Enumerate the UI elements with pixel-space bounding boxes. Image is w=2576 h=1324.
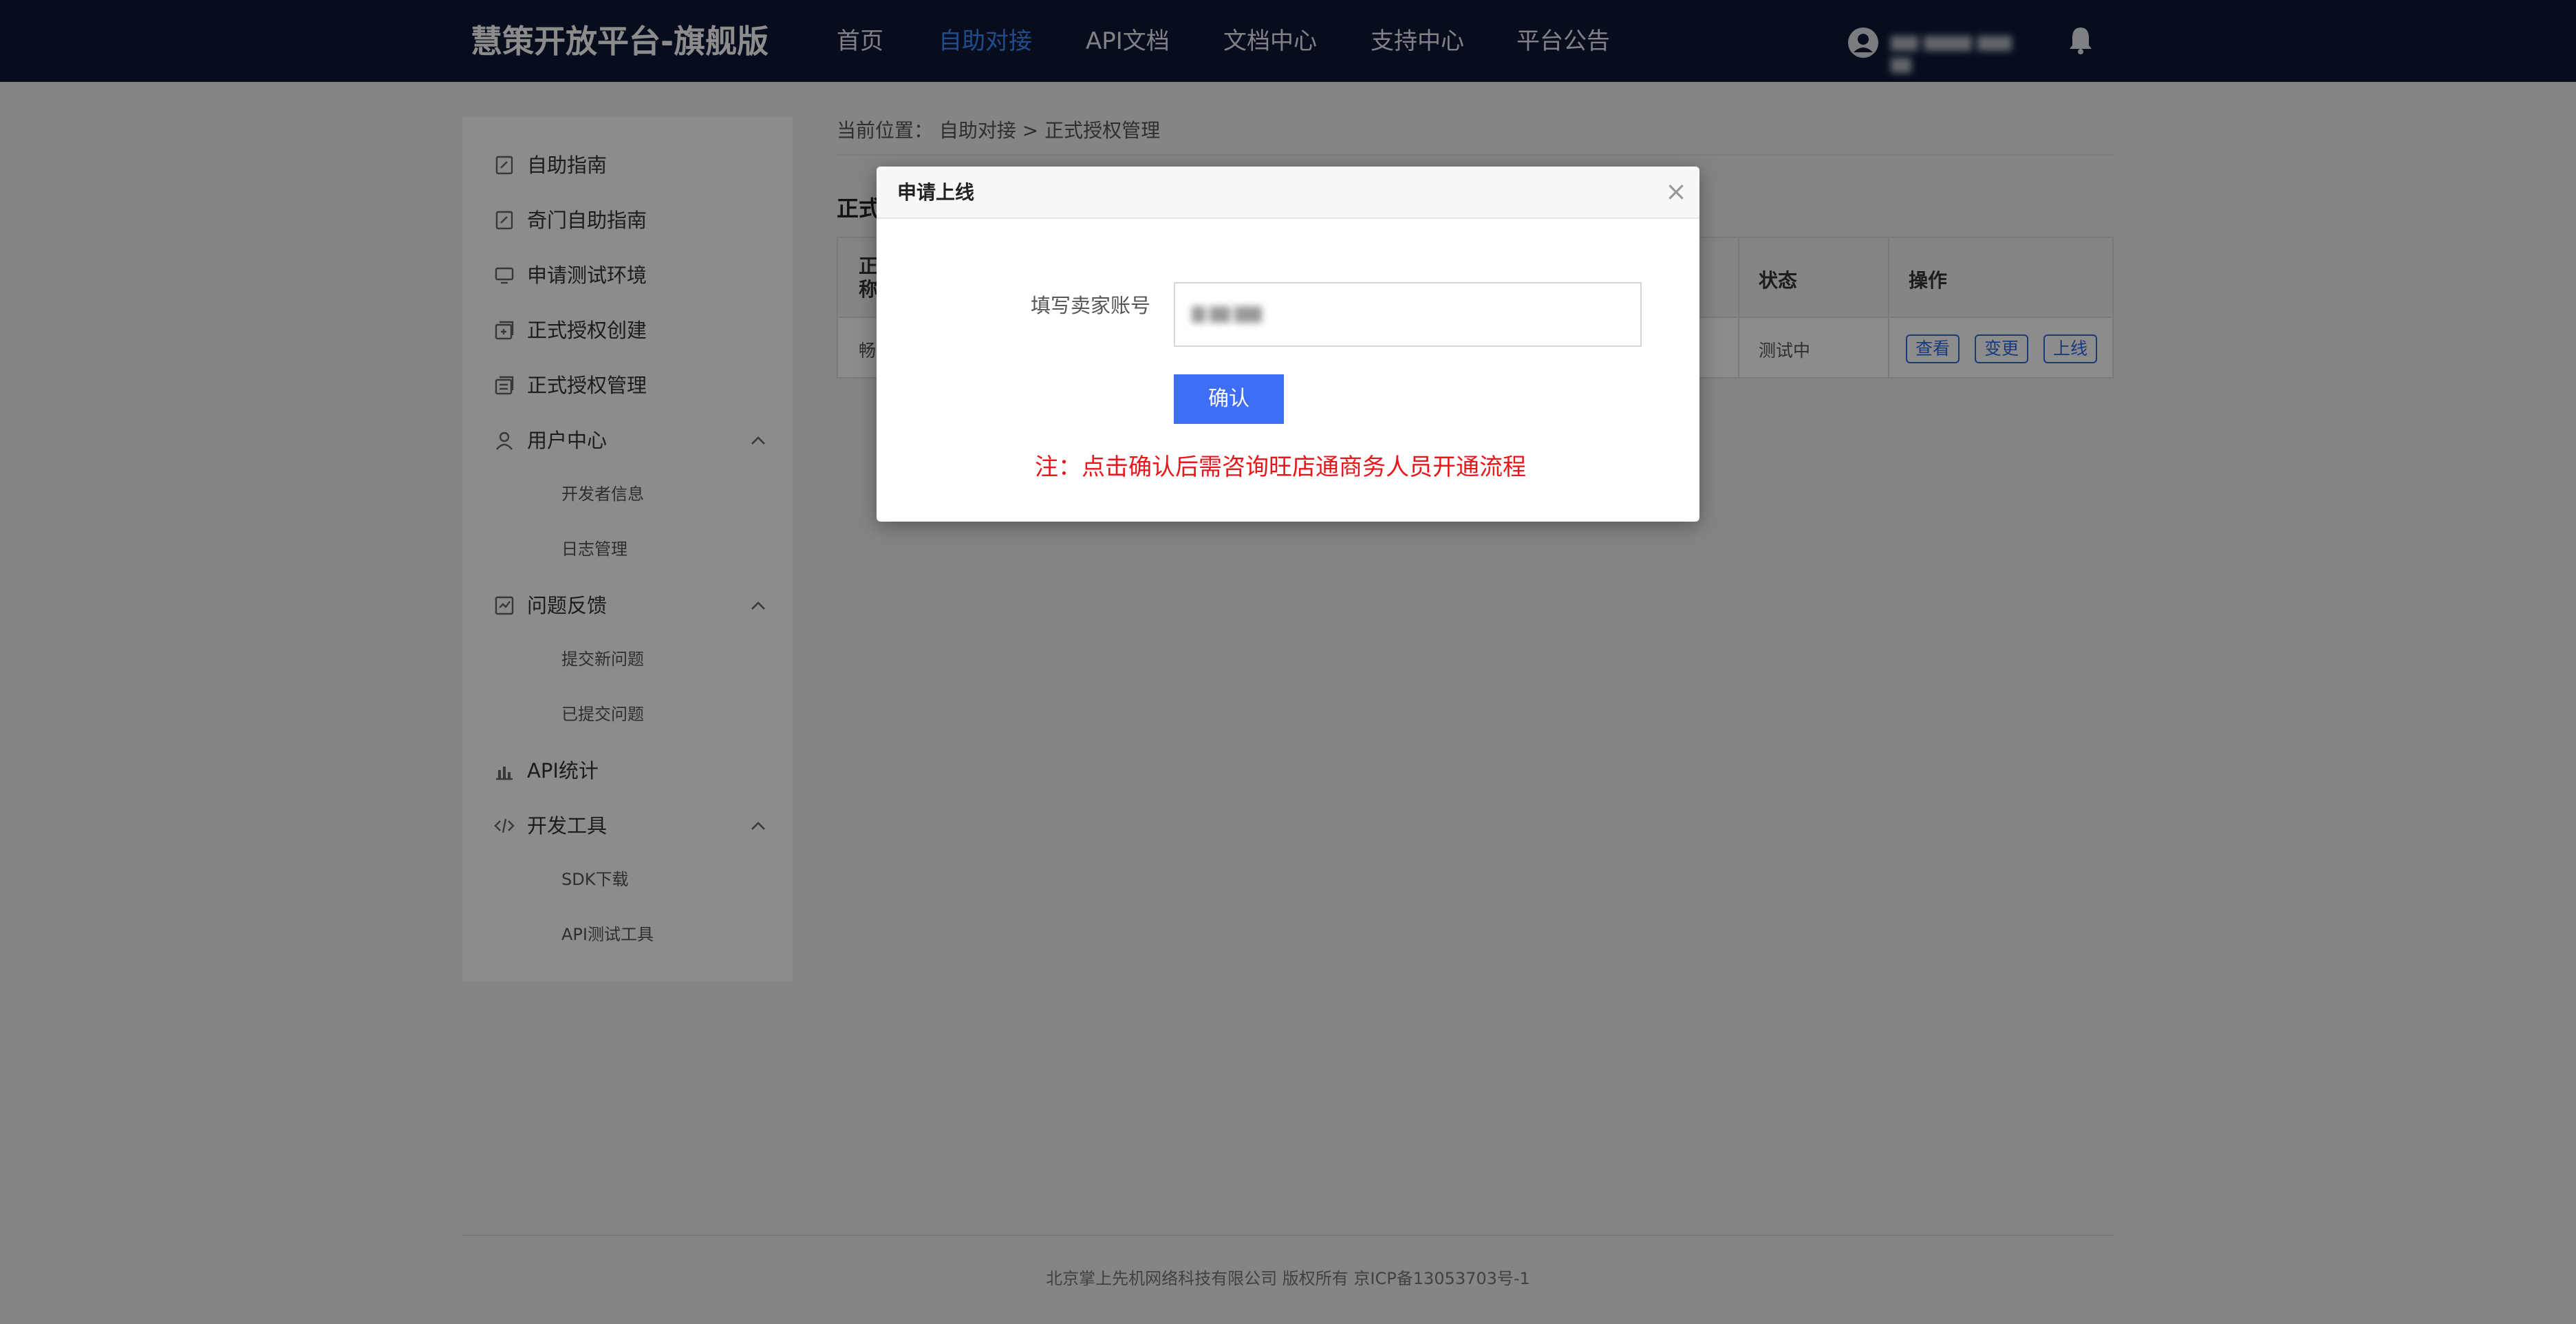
confirm-button[interactable]: 确认 xyxy=(1174,374,1284,424)
dialog-header xyxy=(877,167,1699,219)
dialog-note: 注：点击确认后需咨询旺店通商务人员开通流程 xyxy=(1035,453,1526,481)
close-icon[interactable]: × xyxy=(1661,176,1691,206)
seller-account-label: 填写卖家账号 xyxy=(1031,294,1151,317)
redacted-input-value xyxy=(1192,303,1267,326)
dialog-title: 申请上线 xyxy=(897,181,975,204)
apply-online-dialog: 申请上线 × 填写卖家账号 确认 注：点击确认后需咨询旺店通商务人员开通流程 xyxy=(877,167,1699,522)
